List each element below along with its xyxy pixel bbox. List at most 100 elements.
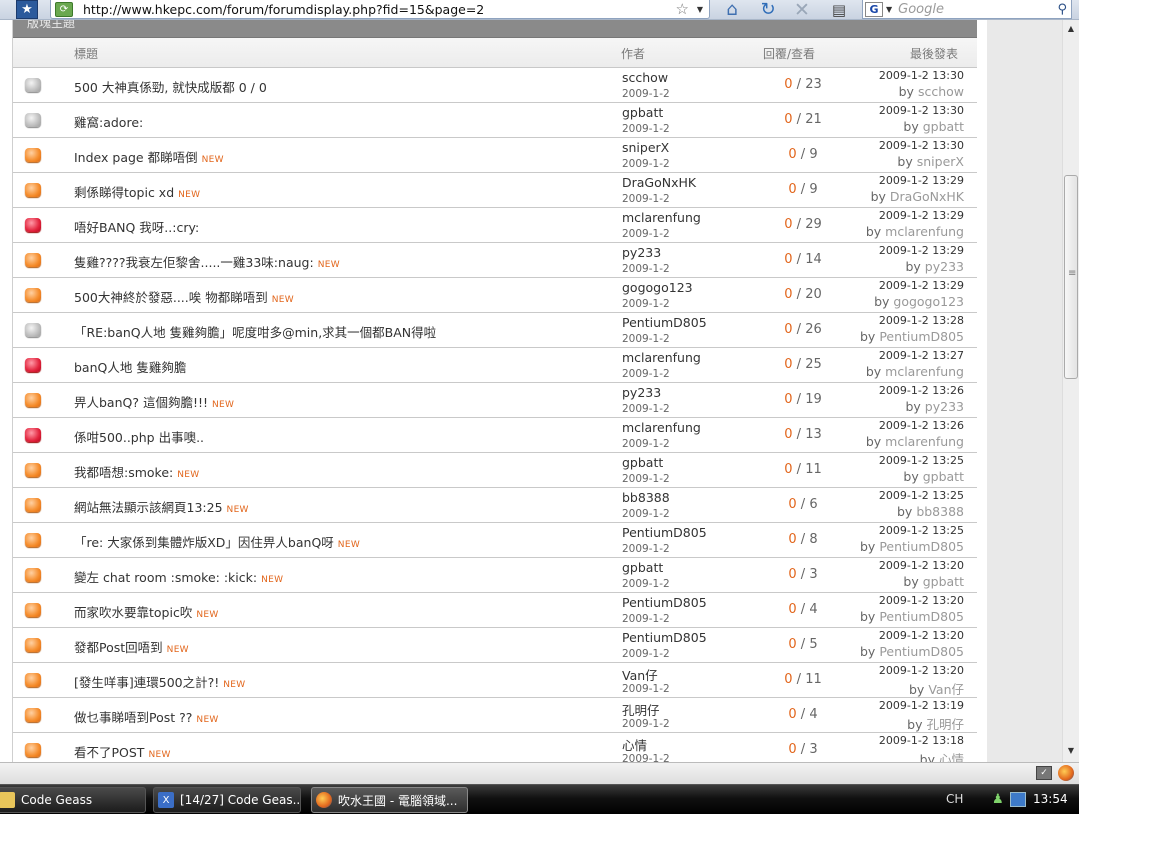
system-clock[interactable]: 13:54 [1033, 792, 1068, 806]
thread-title-link[interactable]: [發生咩事]連環500之計?! NEW [74, 672, 245, 691]
search-icon[interactable]: ⚲ [1057, 2, 1067, 17]
last-post-user-link[interactable]: gpbatt [923, 574, 964, 589]
last-post-time-link[interactable]: 2009-1-2 13:25 [879, 489, 964, 502]
last-post-user-link[interactable]: gpbatt [923, 119, 964, 134]
thread-title-link[interactable]: 隻雞????我衰左佢黎舍.....一雞33味:naug: NEW [74, 252, 340, 271]
last-post-user-link[interactable]: scchow [918, 84, 964, 99]
thread-title-link[interactable]: 我都唔想:smoke: NEW [74, 462, 199, 481]
last-post-user-link[interactable]: 孔明仔 [926, 717, 964, 732]
thread-author-link[interactable]: 孔明仔 [622, 700, 660, 719]
last-post-time-link[interactable]: 2009-1-2 13:29 [879, 174, 964, 187]
thread-title-link[interactable]: 剩係睇得topic xd NEW [74, 182, 200, 201]
last-post-user-link[interactable]: mclarenfung [885, 224, 964, 239]
firefox-status-icon[interactable] [1058, 765, 1074, 781]
last-post-time-link[interactable]: 2009-1-2 13:30 [879, 139, 964, 152]
address-bar[interactable]: ⟳ http://www.hkepc.com/forum/forumdispla… [50, 0, 710, 19]
print-icon[interactable]: ▤ [826, 0, 852, 19]
scroll-down-arrow-icon[interactable]: ▼ [1063, 746, 1079, 760]
search-engine-dropdown-icon[interactable]: ▼ [886, 5, 892, 14]
taskbar-button-folder[interactable]: Code Geass [0, 787, 146, 813]
thread-author-link[interactable]: gogogo123 [622, 280, 693, 295]
thread-author-link[interactable]: gpbatt [622, 105, 663, 120]
thread-title-link[interactable]: 雞窩:adore: [74, 112, 143, 131]
last-post-time-link[interactable]: 2009-1-2 13:30 [879, 69, 964, 82]
thread-author-link[interactable]: py233 [622, 245, 661, 260]
home-icon[interactable]: ⌂ [720, 0, 744, 20]
language-indicator[interactable]: CH [946, 792, 963, 806]
thread-author-link[interactable]: gpbatt [622, 455, 663, 470]
last-post-time-link[interactable]: 2009-1-2 13:20 [879, 594, 964, 607]
thread-title-link[interactable]: 網站無法顯示該網頁13:25 NEW [74, 497, 249, 516]
network-tray-icon[interactable] [1010, 792, 1026, 807]
last-post-time-link[interactable]: 2009-1-2 13:30 [879, 104, 964, 117]
scroll-up-arrow-icon[interactable]: ▲ [1063, 24, 1079, 38]
thread-author-link[interactable]: PentiumD805 [622, 630, 707, 645]
thread-title-link[interactable]: 500大神終於發惡....唉 物都睇唔到 NEW [74, 287, 294, 306]
last-post-user-link[interactable]: mclarenfung [885, 364, 964, 379]
search-box[interactable]: G ▼ Google ⚲ [862, 0, 1072, 19]
last-post-time-link[interactable]: 2009-1-2 13:29 [879, 279, 964, 292]
reload-icon[interactable]: ↻ [756, 0, 780, 20]
addon-status-icon[interactable]: ✓ [1036, 766, 1052, 780]
last-post-user-link[interactable]: mclarenfung [885, 434, 964, 449]
thread-author-link[interactable]: mclarenfung [622, 350, 701, 365]
last-post-time-link[interactable]: 2009-1-2 13:25 [879, 454, 964, 467]
last-post-user-link[interactable]: gpbatt [923, 469, 964, 484]
thread-title-link[interactable]: 500 大神真係勁, 就快成版都 0 / 0 [74, 77, 267, 96]
thread-title-link[interactable]: Index page 都睇唔倒 NEW [74, 147, 224, 166]
last-post-user-link[interactable]: PentiumD805 [879, 609, 964, 624]
thread-author-link[interactable]: PentiumD805 [622, 315, 707, 330]
last-post-time-link[interactable]: 2009-1-2 13:26 [879, 384, 964, 397]
last-post-time-link[interactable]: 2009-1-2 13:20 [879, 629, 964, 642]
stop-icon[interactable]: ✕ [790, 0, 814, 21]
vertical-scrollbar[interactable]: ▲ ≡ ▼ [1062, 20, 1079, 762]
last-post-time-link[interactable]: 2009-1-2 13:29 [879, 244, 964, 257]
thread-title-link[interactable]: 「re: 大家係到集體炸版XD」因住畀人banQ呀 NEW [74, 532, 360, 551]
scrollbar-thumb[interactable]: ≡ [1064, 175, 1078, 379]
address-dropdown-chevron-icon[interactable]: ▼ [697, 5, 703, 14]
last-post-time-link[interactable]: 2009-1-2 13:28 [879, 314, 964, 327]
last-post-user-link[interactable]: bb8388 [916, 504, 964, 519]
thread-author-link[interactable]: PentiumD805 [622, 525, 707, 540]
last-post-user-link[interactable]: PentiumD805 [879, 644, 964, 659]
last-post-user-link[interactable]: 心情 [939, 752, 964, 762]
thread-author-link[interactable]: sniperX [622, 140, 669, 155]
last-post-time-link[interactable]: 2009-1-2 13:20 [879, 559, 964, 572]
bookmark-page-star-icon[interactable]: ☆ [676, 0, 689, 18]
thread-author-link[interactable]: 心情 [622, 735, 647, 754]
thread-author-link[interactable]: mclarenfung [622, 210, 701, 225]
thread-author-link[interactable]: bb8388 [622, 490, 670, 505]
last-post-user-link[interactable]: py233 [925, 259, 964, 274]
thread-title-link[interactable]: 「RE:banQ人地 隻雞夠膽」呢度咁多@min,求其一個都BAN得啦 [74, 322, 436, 341]
search-engine-google-icon[interactable]: G [865, 1, 883, 17]
thread-title-link[interactable]: 變左 chat room :smoke: :kick: NEW [74, 567, 283, 586]
last-post-user-link[interactable]: Van仔 [928, 682, 964, 697]
thread-title-link[interactable]: 而家吹水要靠topic吹 NEW [74, 602, 219, 621]
thread-author-link[interactable]: Van仔 [622, 665, 658, 684]
taskbar-button-firefox[interactable]: 吹水王國 - 電腦領域... [311, 787, 468, 813]
last-post-user-link[interactable]: sniperX [917, 154, 964, 169]
last-post-time-link[interactable]: 2009-1-2 13:20 [879, 664, 964, 677]
thread-title-link[interactable]: 係咁500..php 出事噢.. [74, 427, 204, 446]
last-post-user-link[interactable]: gogogo123 [893, 294, 964, 309]
thread-title-link[interactable]: 做乜事睇唔到Post ?? NEW [74, 707, 219, 726]
thread-title-link[interactable]: 看不了POST NEW [74, 742, 171, 761]
last-post-user-link[interactable]: PentiumD805 [879, 329, 964, 344]
last-post-time-link[interactable]: 2009-1-2 13:27 [879, 349, 964, 362]
users-tray-icon[interactable]: ♟ [992, 792, 1006, 807]
thread-author-link[interactable]: py233 [622, 385, 661, 400]
thread-author-link[interactable]: DraGoNxHK [622, 175, 696, 190]
thread-title-link[interactable]: 發都Post回唔到 NEW [74, 637, 189, 656]
thread-author-link[interactable]: PentiumD805 [622, 595, 707, 610]
thread-title-link[interactable]: 唔好BANQ 我呀..:cry: [74, 217, 199, 236]
last-post-time-link[interactable]: 2009-1-2 13:19 [879, 699, 964, 712]
thread-title-link[interactable]: banQ人地 隻雞夠膽 [74, 357, 186, 376]
last-post-time-link[interactable]: 2009-1-2 13:29 [879, 209, 964, 222]
last-post-user-link[interactable]: py233 [925, 399, 964, 414]
taskbar-button-app[interactable]: X [14/27] Code Geas... [153, 787, 301, 813]
last-post-time-link[interactable]: 2009-1-2 13:25 [879, 524, 964, 537]
last-post-user-link[interactable]: PentiumD805 [879, 539, 964, 554]
thread-title-link[interactable]: 畀人banQ? 這個夠膽!!! NEW [74, 392, 234, 411]
bookmark-star-icon[interactable]: ★ [16, 0, 38, 19]
last-post-time-link[interactable]: 2009-1-2 13:26 [879, 419, 964, 432]
